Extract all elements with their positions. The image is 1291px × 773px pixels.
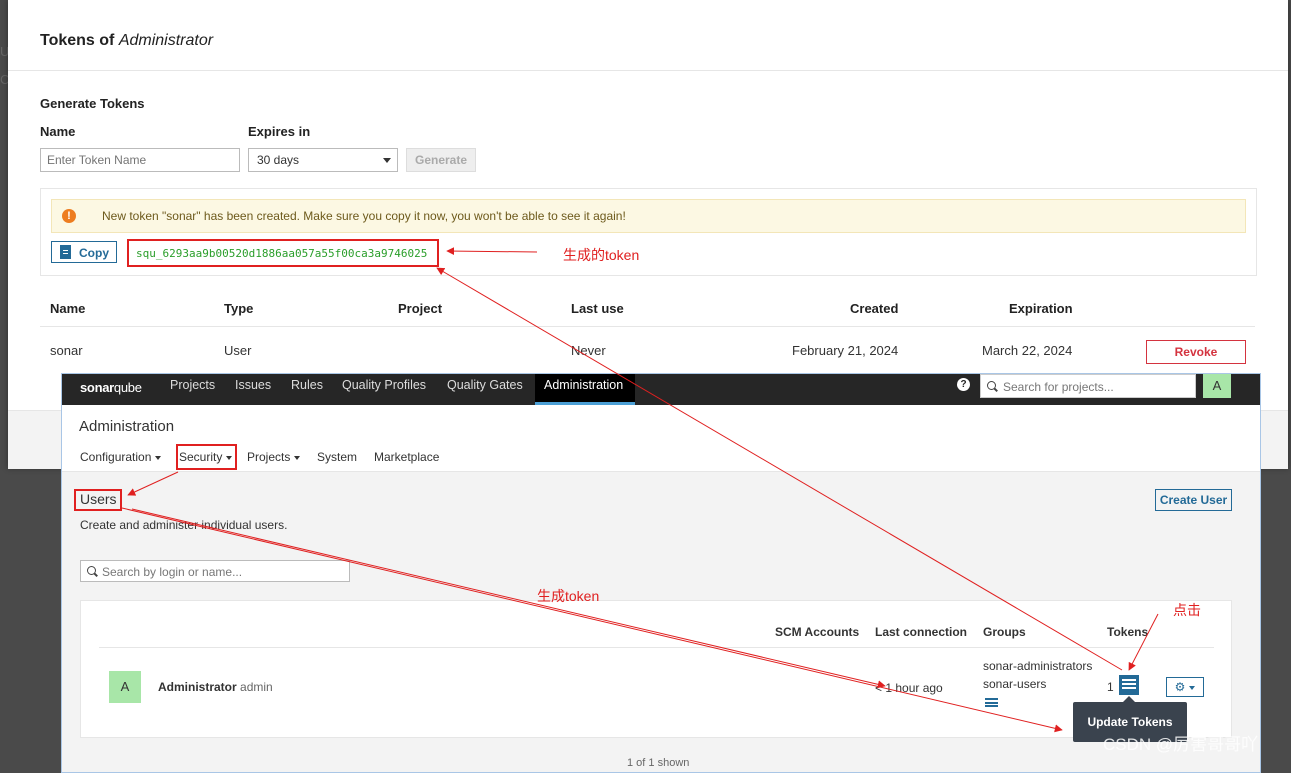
users-table: SCM Accounts Last connection Groups Toke… xyxy=(80,600,1232,738)
caret-down-icon xyxy=(294,455,301,460)
top-navbar: sonarqube Projects Issues Rules Quality … xyxy=(62,374,1260,405)
token-name-input[interactable] xyxy=(40,148,240,172)
modal-title-user: Administrator xyxy=(118,32,214,49)
user-row-tokens-count: 1 xyxy=(1107,680,1114,694)
update-tokens-button[interactable] xyxy=(1119,675,1139,695)
col-header-name: Name xyxy=(50,301,86,316)
create-user-button[interactable]: Create User xyxy=(1155,489,1232,511)
token-row-name: sonar xyxy=(50,343,83,358)
user-row-name: Administrator admin xyxy=(158,680,273,694)
token-row-last-use: Never xyxy=(571,343,606,358)
chevron-down-icon xyxy=(383,158,391,163)
nav-quality-gates[interactable]: Quality Gates xyxy=(447,378,523,392)
col-header-last-connection: Last connection xyxy=(875,625,968,639)
generate-button[interactable]: Generate xyxy=(406,148,477,172)
search-icon xyxy=(87,566,96,575)
annotation-generated-token: 生成的token xyxy=(563,247,640,263)
divider xyxy=(40,326,1255,327)
subnav-system[interactable]: System xyxy=(317,450,357,464)
user-row-group: sonar-administrators xyxy=(983,659,1093,673)
modal-title: Tokens of Administrator xyxy=(40,32,214,49)
help-icon[interactable]: ? xyxy=(957,378,970,391)
caret-down-icon xyxy=(1189,685,1196,690)
token-row-created: February 21, 2024 xyxy=(792,343,899,358)
expires-label: Expires in xyxy=(248,124,311,139)
revoke-button[interactable]: Revoke xyxy=(1146,340,1246,364)
subnav-projects[interactable]: Projects xyxy=(247,450,301,464)
search-icon xyxy=(987,381,996,390)
col-header-expiration: Expiration xyxy=(1009,301,1073,316)
user-row-avatar: A xyxy=(109,671,141,703)
token-row-expiration: March 22, 2024 xyxy=(982,343,1073,358)
token-value: squ_6293aa9b00520d1886aa057a55f00ca3a974… xyxy=(136,247,428,260)
col-header-created: Created xyxy=(850,301,899,316)
nav-rules[interactable]: Rules xyxy=(291,378,323,392)
col-header-last-use: Last use xyxy=(571,301,624,316)
nav-administration[interactable]: Administration xyxy=(544,378,623,392)
token-value-box[interactable]: squ_6293aa9b00520d1886aa057a55f00ca3a974… xyxy=(127,239,439,267)
annotation-generate-token: 生成token xyxy=(537,588,600,604)
token-name-label: Name xyxy=(40,124,76,139)
col-header-project: Project xyxy=(398,301,443,316)
sonarqube-logo[interactable]: sonarqube xyxy=(80,380,142,395)
watermark: CSDN @厉害哥哥吖 xyxy=(1103,735,1259,754)
subnav-security[interactable]: Security xyxy=(179,450,233,464)
gear-icon: ⚙ xyxy=(1174,680,1186,694)
modal-header: Tokens of Administrator xyxy=(8,0,1288,71)
warning-icon: ! xyxy=(62,209,76,223)
col-header-scm-accounts: SCM Accounts xyxy=(775,625,860,639)
warning-text: New token "sonar" has been created. Make… xyxy=(102,209,626,223)
sonarqube-users-screenshot: sonarqube Projects Issues Rules Quality … xyxy=(61,373,1261,773)
new-token-panel: ! New token "sonar" has been created. Ma… xyxy=(40,188,1257,276)
copy-button[interactable]: Copy xyxy=(51,241,117,263)
users-title: Users xyxy=(80,491,117,507)
nav-issues[interactable]: Issues xyxy=(235,378,271,392)
nav-quality-profiles[interactable]: Quality Profiles xyxy=(342,378,426,392)
admin-header: Administration Configuration Security Pr… xyxy=(62,405,1260,472)
caret-down-icon xyxy=(155,455,162,460)
col-header-tokens: Tokens xyxy=(1107,625,1149,639)
user-row-last-connection: < 1 hour ago xyxy=(875,681,943,695)
caret-down-icon xyxy=(226,455,233,460)
user-row-group: sonar-users xyxy=(983,677,1047,691)
subnav-marketplace[interactable]: Marketplace xyxy=(374,450,439,464)
nav-projects[interactable]: Projects xyxy=(170,378,215,392)
generate-tokens-heading: Generate Tokens xyxy=(40,96,145,111)
clipboard-icon xyxy=(60,245,71,259)
col-header-groups: Groups xyxy=(983,625,1026,639)
search-users-input[interactable]: Search by login or name... xyxy=(80,560,350,582)
subnav-configuration[interactable]: Configuration xyxy=(80,450,162,464)
col-header-type: Type xyxy=(224,301,254,316)
user-actions-button[interactable]: ⚙ xyxy=(1166,677,1204,697)
divider xyxy=(99,647,1214,648)
edit-groups-icon[interactable] xyxy=(985,698,998,709)
users-description: Create and administer individual users. xyxy=(80,518,288,532)
token-warning-alert: ! New token "sonar" has been created. Ma… xyxy=(51,199,1246,233)
admin-page-title: Administration xyxy=(79,418,175,435)
expires-select[interactable]: 30 days xyxy=(248,148,398,172)
search-projects-input[interactable]: Search for projects... xyxy=(980,374,1196,398)
annotation-click: 点击 xyxy=(1173,602,1201,618)
user-avatar[interactable]: A xyxy=(1203,374,1231,398)
token-row-type: User xyxy=(224,343,252,358)
shown-count: 1 of 1 shown xyxy=(627,757,690,769)
